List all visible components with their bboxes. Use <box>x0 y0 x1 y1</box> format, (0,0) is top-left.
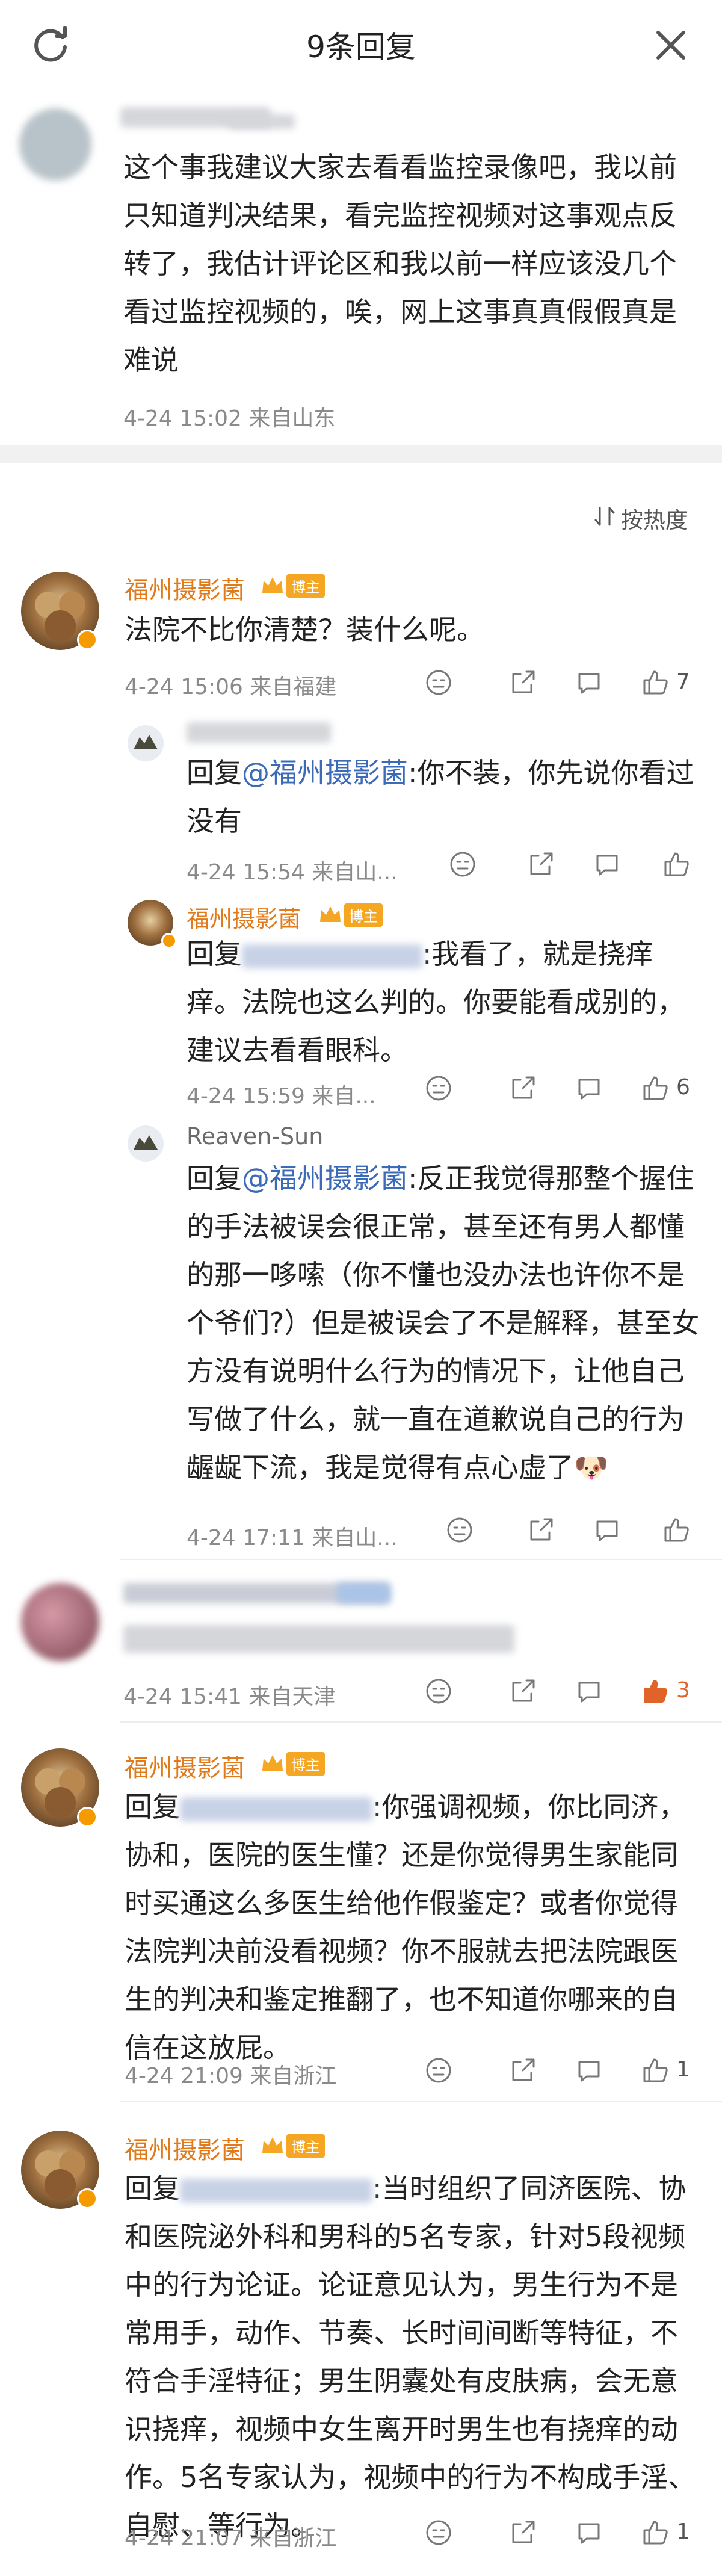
like-icon[interactable] <box>641 2518 670 2547</box>
avatar[interactable] <box>21 1583 99 1661</box>
verified-badge <box>77 2188 97 2209</box>
dislike-icon[interactable] <box>424 2056 453 2085</box>
reply-text: 回复@福州摄影菌:你不装，你先说你看过没有 <box>187 757 694 837</box>
comment-icon[interactable] <box>575 2518 603 2547</box>
page-title: 9条回复 <box>306 29 416 64</box>
share-icon[interactable] <box>508 1074 537 1103</box>
like-count: 1 <box>676 2057 690 2082</box>
like-icon[interactable] <box>641 668 670 697</box>
root-comment-meta: 4-24 15:02 来自山东 <box>123 406 336 431</box>
host-badge: 博主 <box>260 2134 325 2158</box>
comment-icon[interactable] <box>593 850 622 879</box>
mention-link-blurred[interactable] <box>180 2178 372 2203</box>
root-comment-text: 这个事我建议大家去看看监控录像吧，我以前只知道判决结果，看完监控视频对这事观点反… <box>123 151 677 376</box>
divider <box>120 1559 722 1560</box>
share-icon[interactable] <box>508 2518 537 2547</box>
username-blurred[interactable] <box>187 722 331 743</box>
crown-icon <box>262 1755 283 1771</box>
verified-badge <box>77 1807 97 1827</box>
like-icon[interactable] <box>662 1516 691 1544</box>
like-count: 3 <box>676 1678 690 1703</box>
dislike-icon[interactable] <box>424 1677 453 1706</box>
comment-icon[interactable] <box>593 1516 622 1544</box>
comment-icon[interactable] <box>575 1677 603 1706</box>
username[interactable]: 福州摄影菌 <box>125 1748 245 1783</box>
section-divider <box>0 445 722 463</box>
verified-badge <box>77 630 97 650</box>
like-count: 6 <box>676 1075 690 1100</box>
comment-icon[interactable] <box>575 2056 603 2085</box>
reply-meta: 4-24 15:59 来自... <box>187 1084 376 1109</box>
dislike-icon[interactable] <box>445 1516 474 1544</box>
comment-meta: 4-24 15:41 来自天津 <box>123 1685 336 1709</box>
crown-icon <box>320 906 341 922</box>
like-icon[interactable] <box>662 850 691 879</box>
share-icon[interactable] <box>508 1677 537 1706</box>
share-icon[interactable] <box>508 2056 537 2085</box>
dislike-icon[interactable] <box>424 2518 453 2547</box>
reply-meta: 4-24 15:54 来自山... <box>187 860 398 885</box>
username-blurred <box>337 1583 391 1603</box>
sort-icon[interactable] <box>593 504 617 528</box>
like-icon-active[interactable] <box>641 1677 670 1706</box>
verified-badge <box>161 933 177 949</box>
host-badge: 博主 <box>260 574 325 598</box>
mention-link[interactable]: @福州摄影菌 <box>242 1162 408 1195</box>
comment-meta: 4-24 21:09 来自浙江 <box>125 2064 337 2088</box>
comment-text: 法院不比你清楚？装什么呢。 <box>125 613 484 646</box>
avatar[interactable] <box>19 108 91 181</box>
avatar[interactable] <box>128 725 164 761</box>
comment-text: 回复:当时组织了同济医院、协和医院泌外科和男科的5名专家，针对5段视频中的行为论… <box>125 2172 696 2542</box>
comment-text: 回复:你强调视频，你比同济，协和，医院的医生懂？还是你觉得男生家能同时买通这么多… <box>125 1791 687 2064</box>
mention-link[interactable]: @福州摄影菌 <box>242 757 408 789</box>
mention-link-blurred[interactable] <box>242 944 422 968</box>
sort-toggle[interactable]: 按热度 <box>621 502 688 534</box>
like-icon[interactable] <box>641 2056 670 2085</box>
comment-icon[interactable] <box>575 1074 603 1103</box>
like-icon[interactable] <box>641 1074 670 1103</box>
comment-text-blurred <box>123 1625 514 1653</box>
dislike-icon[interactable] <box>424 1074 453 1103</box>
divider <box>120 1721 722 1723</box>
share-icon[interactable] <box>526 850 555 879</box>
share-icon[interactable] <box>508 668 537 697</box>
like-count: 7 <box>676 669 690 694</box>
comment-meta: 4-24 21:07 来自浙江 <box>125 2526 337 2551</box>
dislike-icon[interactable] <box>424 668 453 697</box>
comment-icon[interactable] <box>575 668 603 697</box>
header: 9条回复 <box>0 0 722 90</box>
dislike-icon[interactable] <box>448 850 477 879</box>
avatar[interactable] <box>128 1125 164 1162</box>
divider <box>120 2101 722 2102</box>
username[interactable]: Reaven-Sun <box>187 1123 323 1150</box>
mention-link-blurred[interactable] <box>180 1797 372 1821</box>
crown-icon <box>262 2137 283 2153</box>
username-blurred <box>229 114 295 129</box>
reply-text: 回复@福州摄影菌:反正我觉得那整个握住的手法被误会很正常，甚至还有男人都懂的那一… <box>187 1162 700 1484</box>
comment-meta: 4-24 15:06 来自福建 <box>125 675 337 699</box>
like-count: 1 <box>676 2519 690 2544</box>
username[interactable]: 福州摄影菌 <box>125 2131 245 2166</box>
crown-icon <box>262 577 283 593</box>
host-badge: 博主 <box>318 903 383 927</box>
host-badge: 博主 <box>260 1751 325 1776</box>
share-icon[interactable] <box>526 1516 555 1544</box>
dog-emoji: 🐶 <box>574 1451 609 1484</box>
username[interactable]: 福州摄影菌 <box>187 900 301 933</box>
close-icon[interactable] <box>650 24 692 66</box>
username[interactable]: 福州摄影菌 <box>125 571 245 605</box>
reply-meta: 4-24 17:11 来自山... <box>187 1526 398 1550</box>
reply-text: 回复:我看了，就是挠痒痒。法院也这么判的。你要能看成别的，建议去看看眼科。 <box>187 938 685 1067</box>
